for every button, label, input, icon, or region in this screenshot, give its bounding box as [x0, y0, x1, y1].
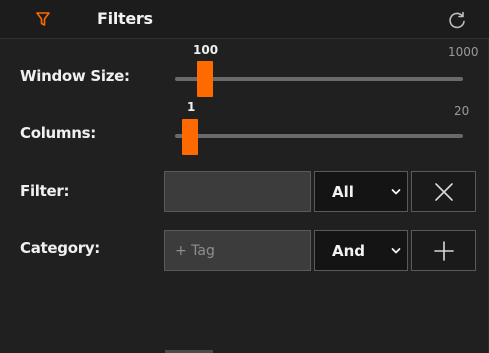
- columns-slider-thumb[interactable]: [182, 119, 198, 155]
- clear-filter-button[interactable]: [411, 171, 476, 212]
- panel-header: Filters: [0, 0, 489, 39]
- columns-max: 20: [454, 104, 470, 118]
- plus-icon: [434, 241, 454, 261]
- chevron-down-icon: [391, 189, 401, 195]
- window-size-slider-thumb[interactable]: [197, 61, 213, 97]
- category-mode-value: And: [332, 242, 366, 260]
- window-size-slider[interactable]: [175, 77, 463, 81]
- window-size-max: 1000: [448, 45, 479, 59]
- filter-label: Filter:: [20, 182, 70, 200]
- close-icon: [435, 183, 453, 201]
- add-tag-button[interactable]: [411, 230, 476, 271]
- filter-mode-value: All: [332, 183, 354, 201]
- category-tag-input[interactable]: [164, 230, 311, 271]
- refresh-icon[interactable]: [447, 10, 467, 30]
- columns-slider[interactable]: [175, 134, 463, 138]
- filters-panel: Filters Window Size: 100 1000 Columns: 1…: [0, 0, 489, 353]
- chevron-down-icon: [391, 248, 401, 254]
- panel-title: Filters: [97, 9, 153, 28]
- category-label: Category:: [20, 239, 100, 257]
- columns-label: Columns:: [20, 124, 96, 142]
- filter-icon: [36, 12, 50, 26]
- columns-value: 1: [187, 100, 196, 114]
- window-size-value: 100: [193, 43, 219, 57]
- category-mode-select[interactable]: And: [314, 230, 408, 271]
- window-size-label: Window Size:: [20, 67, 130, 85]
- filter-input[interactable]: [164, 171, 311, 212]
- filter-mode-select[interactable]: All: [314, 171, 408, 212]
